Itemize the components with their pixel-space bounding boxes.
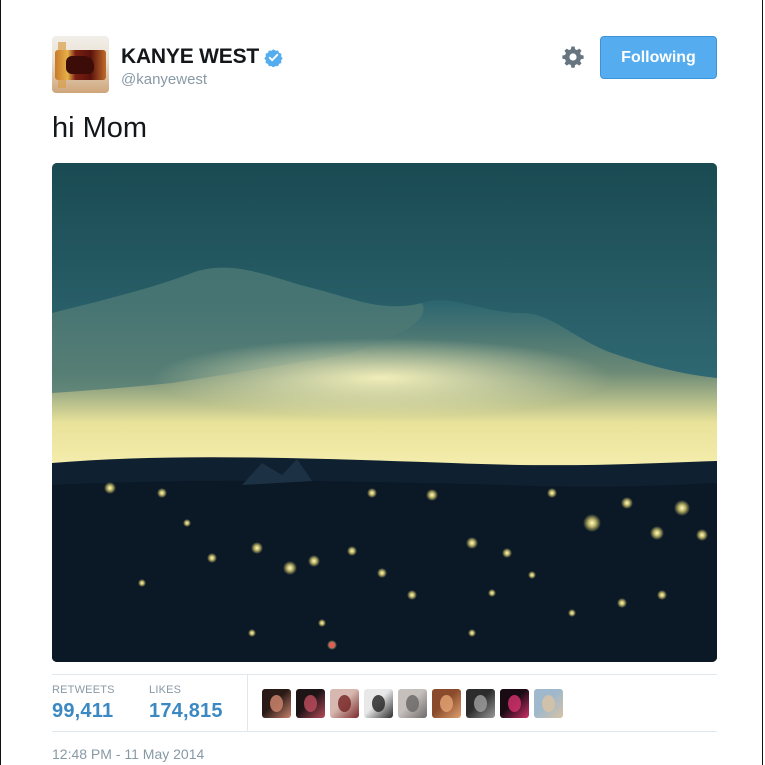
retweets-label: RETWEETS: [52, 684, 115, 696]
liker-avatar[interactable]: [262, 689, 291, 718]
author-handle[interactable]: @kanyewest: [121, 71, 207, 88]
author-name[interactable]: KANYE WEST: [121, 45, 259, 69]
author-name-row: KANYE WEST: [121, 43, 283, 71]
stats-divider: [247, 675, 248, 731]
liker-avatar[interactable]: [398, 689, 427, 718]
gear-icon[interactable]: [561, 45, 585, 69]
likes-stat[interactable]: LIKES 174,815: [149, 684, 223, 723]
tweet-text: hi Mom: [52, 112, 148, 144]
verified-badge-icon: [264, 48, 283, 67]
liker-avatar[interactable]: [466, 689, 495, 718]
tweet-card: KANYE WEST @kanyewest Following hi Mom R…: [0, 0, 763, 765]
liker-avatar[interactable]: [296, 689, 325, 718]
liker-avatar[interactable]: [330, 689, 359, 718]
retweets-stat[interactable]: RETWEETS 99,411: [52, 684, 115, 723]
retweets-count: 99,411: [52, 700, 114, 722]
likes-label: LIKES: [149, 684, 182, 696]
tweet-photo[interactable]: [52, 163, 717, 662]
liker-avatar[interactable]: [432, 689, 461, 718]
liker-avatars: [262, 689, 563, 718]
following-button[interactable]: Following: [600, 36, 717, 79]
author-avatar[interactable]: [52, 36, 109, 93]
tweet-header: KANYE WEST @kanyewest Following: [52, 36, 717, 96]
liker-avatar[interactable]: [534, 689, 563, 718]
tweet-timestamp[interactable]: 12:48 PM - 11 May 2014: [52, 746, 204, 762]
liker-avatar[interactable]: [500, 689, 529, 718]
liker-avatar[interactable]: [364, 689, 393, 718]
likes-count: 174,815: [149, 700, 223, 722]
tweet-stats: RETWEETS 99,411 LIKES 174,815: [52, 674, 717, 732]
